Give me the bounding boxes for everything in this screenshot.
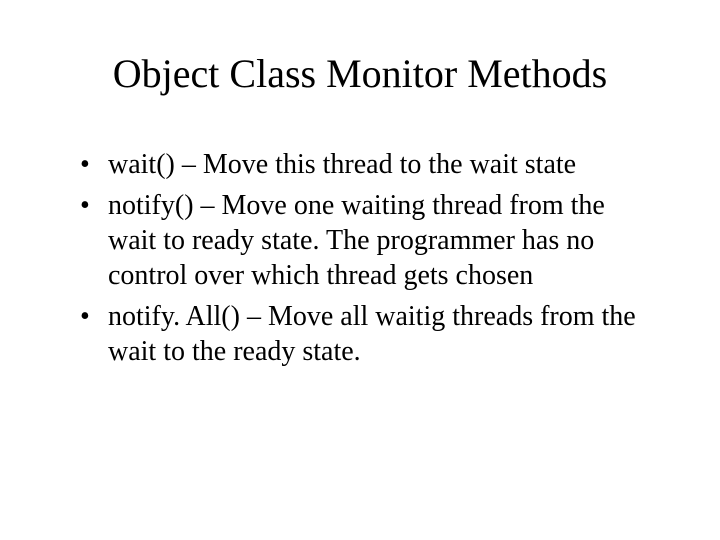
- list-item: notify() – Move one waiting thread from …: [80, 188, 660, 293]
- list-item: notify. All() – Move all waitig threads …: [80, 299, 660, 369]
- slide-title: Object Class Monitor Methods: [60, 50, 660, 97]
- slide: Object Class Monitor Methods wait() – Mo…: [0, 0, 720, 540]
- list-item: wait() – Move this thread to the wait st…: [80, 147, 660, 182]
- bullet-list: wait() – Move this thread to the wait st…: [80, 147, 660, 369]
